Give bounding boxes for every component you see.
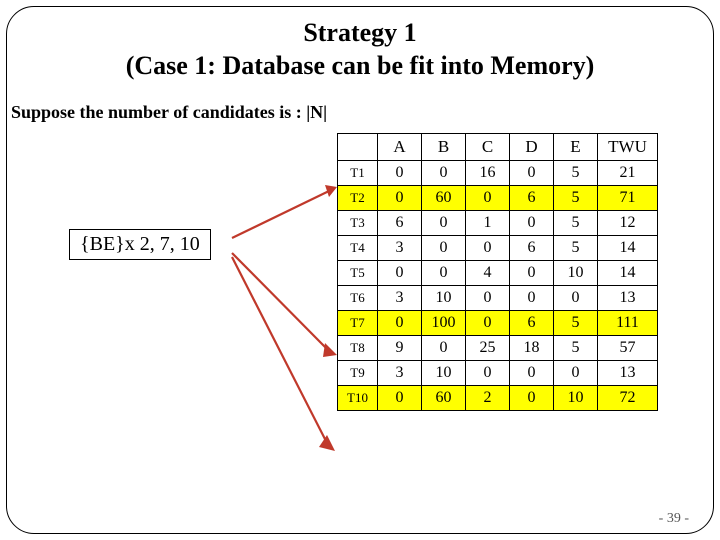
table-row: T36010512 [338,211,658,236]
cell: 2 [466,386,510,411]
table-row: T500401014 [338,261,658,286]
cell: 0 [422,236,466,261]
header-TWU: TWU [598,134,658,161]
table-row: T631000013 [338,286,658,311]
table-row: T931000013 [338,361,658,386]
table-row: T43006514 [338,236,658,261]
cell: 6 [510,311,554,336]
table-row: T10060201072 [338,386,658,411]
cell: 10 [554,386,598,411]
cell: 5 [554,211,598,236]
cell: 0 [466,361,510,386]
cell: 0 [378,261,422,286]
cell: 12 [598,211,658,236]
cell: 0 [466,236,510,261]
table-row: T206006571 [338,186,658,211]
cell: 0 [422,161,466,186]
cell: 5 [554,311,598,336]
cell: 71 [598,186,658,211]
header-blank [338,134,378,161]
cell: 0 [510,211,554,236]
cell: 0 [554,361,598,386]
cell: 0 [378,311,422,336]
table-row: T70100065111 [338,311,658,336]
cell: 4 [466,261,510,286]
row-id: T4 [338,236,378,261]
header-B: B [422,134,466,161]
cell: 10 [422,361,466,386]
cell: 0 [378,186,422,211]
cell: 10 [554,261,598,286]
page-number: - 39 - [659,511,689,527]
header-C: C [466,134,510,161]
header-E: E [554,134,598,161]
row-id: T8 [338,336,378,361]
cell: 0 [510,361,554,386]
be-box: {BE}x 2, 7, 10 [69,229,211,260]
table-row: T8902518557 [338,336,658,361]
arrows-svg [7,133,387,493]
slide-title: Strategy 1 (Case 1: Database can be fit … [37,17,683,82]
content-area: {BE}x 2, 7, 10 A B C D E TWU [7,133,713,493]
row-id: T9 [338,361,378,386]
cell: 0 [510,261,554,286]
cell: 100 [422,311,466,336]
cell: 21 [598,161,658,186]
cell: 111 [598,311,658,336]
cell: 0 [466,186,510,211]
cell: 3 [378,361,422,386]
row-id: T3 [338,211,378,236]
cell: 0 [510,286,554,311]
cell: 0 [378,386,422,411]
cell: 0 [554,286,598,311]
cell: 60 [422,386,466,411]
cell: 6 [378,211,422,236]
data-table: A B C D E TWU T100160521T206006571T36010… [337,133,658,411]
cell: 57 [598,336,658,361]
title-line2: (Case 1: Database can be fit into Memory… [126,51,595,80]
cell: 3 [378,236,422,261]
cell: 6 [510,186,554,211]
row-id: T5 [338,261,378,286]
cell: 18 [510,336,554,361]
row-id: T2 [338,186,378,211]
cell: 0 [422,261,466,286]
cell: 72 [598,386,658,411]
cell: 5 [554,186,598,211]
cell: 16 [466,161,510,186]
cell: 1 [466,211,510,236]
cell: 25 [466,336,510,361]
cell: 5 [554,161,598,186]
header-D: D [510,134,554,161]
cell: 10 [422,286,466,311]
cell: 6 [510,236,554,261]
cell: 3 [378,286,422,311]
cell: 13 [598,286,658,311]
cell: 0 [510,386,554,411]
cell: 13 [598,361,658,386]
cell: 0 [510,161,554,186]
cell: 0 [466,286,510,311]
cell: 5 [554,236,598,261]
row-id: T10 [338,386,378,411]
cell: 60 [422,186,466,211]
row-id: T6 [338,286,378,311]
cell: 14 [598,236,658,261]
slide-frame: Strategy 1 (Case 1: Database can be fit … [6,6,714,534]
cell: 5 [554,336,598,361]
cell: 0 [422,336,466,361]
cell: 14 [598,261,658,286]
cell: 0 [422,211,466,236]
header-A: A [378,134,422,161]
cell: 9 [378,336,422,361]
suppose-text: Suppose the number of candidates is : |N… [11,102,713,123]
row-id: T1 [338,161,378,186]
table-row: T100160521 [338,161,658,186]
table-header-row: A B C D E TWU [338,134,658,161]
cell: 0 [378,161,422,186]
cell: 0 [466,311,510,336]
row-id: T7 [338,311,378,336]
title-line1: Strategy 1 [303,18,416,47]
